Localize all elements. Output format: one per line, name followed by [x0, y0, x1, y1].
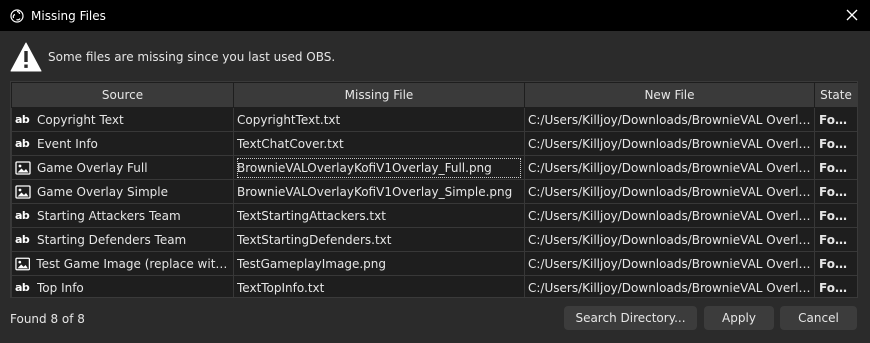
- missing-file-cell[interactable]: BrownieVALOverlayKofiV1Overlay_Full.png: [233, 155, 525, 180]
- table-row[interactable]: Game Overlay Simple BrownieVALOverlayKofi…: [11, 179, 857, 204]
- source-name: Game Overlay Full: [37, 160, 148, 175]
- text-source-icon: ab: [15, 137, 30, 150]
- text-source-icon: ab: [15, 113, 30, 126]
- obs-logo-icon: [10, 8, 24, 23]
- state-cell: Found: [814, 107, 857, 132]
- state-cell: Found: [814, 227, 857, 252]
- image-source-icon: [15, 184, 31, 199]
- missing-file-cell[interactable]: TextStartingAttackers.txt: [233, 203, 525, 228]
- source-cell[interactable]: ab Copyright Text: [11, 107, 234, 132]
- text-source-icon: ab: [15, 281, 30, 294]
- table-row[interactable]: ab Event Info TextChatCover.txt C:/Users/Ki…: [11, 131, 857, 156]
- column-header-missing-file[interactable]: Missing File: [233, 82, 525, 108]
- missing-file-cell[interactable]: CopyrightText.txt: [233, 107, 525, 132]
- new-file-cell[interactable]: C:/Users/Killjoy/Downloads/BrownieVAL Ov…: [524, 203, 815, 228]
- table-row[interactable]: ab Top Info TextTopInfo.txt C:/Users/Killjo…: [11, 275, 857, 297]
- source-cell[interactable]: Game Overlay Full: [11, 155, 234, 180]
- source-name: Top Info: [37, 280, 84, 295]
- source-cell[interactable]: ab Starting Defenders Team: [11, 227, 234, 252]
- source-cell[interactable]: ab Starting Attackers Team: [11, 203, 234, 228]
- source-cell[interactable]: Test Game Image (replace with ...: [11, 251, 234, 276]
- new-file-cell[interactable]: C:/Users/Killjoy/Downloads/BrownieVAL Ov…: [524, 227, 815, 252]
- source-cell[interactable]: ab Top Info: [11, 275, 234, 297]
- warning-icon: [10, 42, 42, 72]
- text-source-icon: ab: [15, 209, 30, 222]
- source-cell[interactable]: Game Overlay Simple: [11, 179, 234, 204]
- state-cell: Found: [814, 251, 857, 276]
- missing-file-cell[interactable]: BrownieVALOverlayKofiV1Overlay_Simple.pn…: [233, 179, 525, 204]
- found-count-label: Found 8 of 8: [10, 312, 85, 326]
- search-directory-button[interactable]: Search Directory...: [564, 306, 697, 330]
- source-name: Starting Defenders Team: [37, 232, 187, 247]
- image-source-icon: [15, 257, 31, 270]
- column-header-source[interactable]: Source: [11, 82, 234, 108]
- state-cell: Found: [814, 203, 857, 228]
- new-file-cell[interactable]: C:/Users/Killjoy/Downloads/BrownieVAL Ov…: [524, 155, 815, 180]
- warning-text: Some files are missing since you last us…: [48, 50, 336, 64]
- state-cell: Found: [814, 179, 857, 204]
- source-name: Copyright Text: [37, 112, 124, 127]
- table-row[interactable]: ab Starting Defenders Team TextStartingDef…: [11, 227, 857, 252]
- close-button[interactable]: [842, 5, 862, 25]
- new-file-cell[interactable]: C:/Users/Killjoy/Downloads/BrownieVAL Ov…: [524, 107, 815, 132]
- window-title: Missing Files: [31, 8, 106, 23]
- missing-file-cell[interactable]: TextStartingDefenders.txt: [233, 227, 525, 252]
- apply-button[interactable]: Apply: [704, 306, 774, 330]
- state-cell: Found: [814, 131, 857, 156]
- missing-file-cell[interactable]: TextChatCover.txt: [233, 131, 525, 156]
- missing-file-cell[interactable]: TextTopInfo.txt: [233, 275, 525, 297]
- table-row[interactable]: Test Game Image (replace with ... TestGam…: [11, 251, 857, 276]
- table-header-row: Source Missing File New File State: [11, 82, 857, 108]
- table-row[interactable]: ab Starting Attackers Team TextStartingAtt…: [11, 203, 857, 228]
- state-cell: Found: [814, 275, 857, 297]
- missing-file-cell[interactable]: TestGameplayImage.png: [233, 251, 525, 276]
- image-source-icon: [15, 160, 31, 175]
- close-icon: [846, 9, 858, 21]
- column-header-new-file[interactable]: New File: [524, 82, 815, 108]
- source-cell[interactable]: ab Event Info: [11, 131, 234, 156]
- source-name: Test Game Image (replace with ...: [36, 256, 230, 271]
- new-file-cell[interactable]: C:/Users/Killjoy/Downloads/BrownieVAL Ov…: [524, 275, 815, 297]
- warning-banner: Some files are missing since you last us…: [10, 42, 335, 72]
- new-file-cell[interactable]: C:/Users/Killjoy/Downloads/BrownieVAL Ov…: [524, 179, 815, 204]
- new-file-cell[interactable]: C:/Users/Killjoy/Downloads/BrownieVAL Ov…: [524, 251, 815, 276]
- table-row[interactable]: Game Overlay Full BrownieVALOverlayKofiV1…: [11, 155, 857, 180]
- missing-files-table: Source Missing File New File State ab Cop…: [10, 81, 858, 298]
- table-row[interactable]: ab Copyright Text CopyrightText.txt C:/User…: [11, 107, 857, 132]
- source-name: Game Overlay Simple: [37, 184, 168, 199]
- text-source-icon: ab: [15, 233, 30, 246]
- source-name: Starting Attackers Team: [37, 208, 181, 223]
- cancel-button[interactable]: Cancel: [780, 306, 857, 330]
- new-file-cell[interactable]: C:/Users/Killjoy/Downloads/BrownieVAL Ov…: [524, 131, 815, 156]
- title-bar: Missing Files: [0, 0, 870, 31]
- state-cell: Found: [814, 155, 857, 180]
- source-name: Event Info: [37, 136, 98, 151]
- column-header-state[interactable]: State: [814, 82, 857, 108]
